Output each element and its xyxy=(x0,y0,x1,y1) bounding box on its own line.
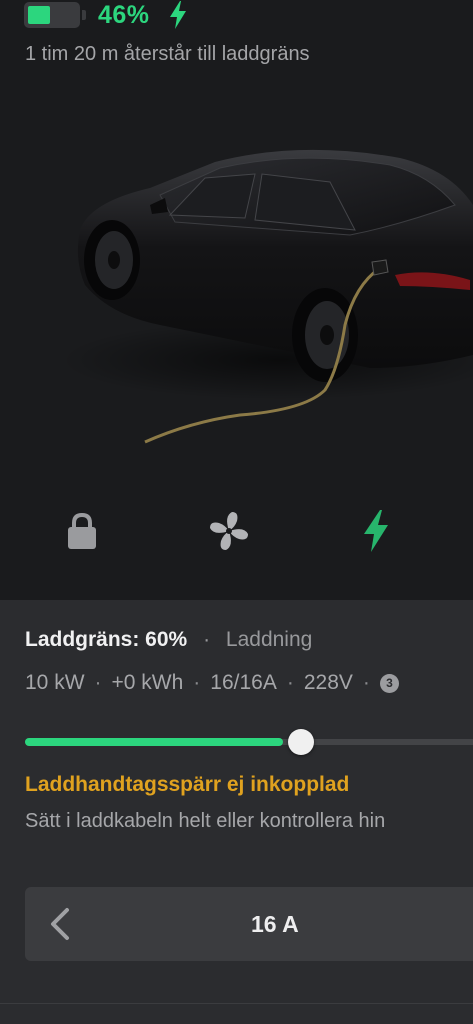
slider-thumb[interactable] xyxy=(288,729,314,755)
charging-current: 16/16A xyxy=(210,671,277,694)
energy-added: +0 kWh xyxy=(111,671,184,694)
charge-current-value: 16 A xyxy=(251,911,299,937)
charging-panel: Laddgräns: 60% · Laddning 10 kW · +0 kWh… xyxy=(0,600,473,1024)
lock-button[interactable] xyxy=(56,505,108,557)
fan-icon xyxy=(210,512,248,550)
warning-title: Laddhandtagsspärr ej inkopplad xyxy=(25,773,350,796)
front-wheel xyxy=(84,220,140,300)
charging-bolt-icon xyxy=(169,1,186,29)
charging-state: Laddning xyxy=(225,628,313,651)
charge-current-stepper: 16 A xyxy=(25,887,473,961)
battery-icon xyxy=(24,2,80,28)
phase-count-badge: 3 xyxy=(379,673,399,693)
charging-power: 10 kW xyxy=(25,671,85,694)
battery-status: 46% xyxy=(24,0,188,30)
separator: · xyxy=(286,671,294,694)
climate-button[interactable] xyxy=(203,505,255,557)
chevron-left-icon[interactable] xyxy=(45,906,79,942)
divider xyxy=(0,1003,473,1004)
battery-percent: 46% xyxy=(98,0,150,29)
time-remaining-text: 1 tim 20 m återstår till laddgräns xyxy=(25,43,310,65)
separator: · xyxy=(362,671,370,694)
charge-limit-slider[interactable] xyxy=(25,729,473,755)
charging-button[interactable] xyxy=(350,505,402,557)
quick-controls xyxy=(0,505,473,557)
warning-text: Sätt i laddkabeln helt eller kontrollera… xyxy=(25,810,386,832)
battery-level-fill xyxy=(28,6,50,24)
charge-limit-label[interactable]: Laddgräns: 60% xyxy=(25,628,187,651)
charging-voltage: 228V xyxy=(303,671,353,694)
separator: · xyxy=(94,671,102,694)
rear-wheel xyxy=(292,288,358,382)
car-image xyxy=(60,149,473,444)
separator: · xyxy=(193,671,201,694)
bolt-icon xyxy=(364,510,388,552)
charging-stats: 10 kW · +0 kWh · 16/16A · 228V · 3 xyxy=(25,671,399,695)
battery-nub xyxy=(82,10,86,20)
charging-screen: 46% 1 tim 20 m återstår till laddgräns L… xyxy=(0,0,473,1024)
slider-fill xyxy=(25,738,283,746)
charge-limit-line: Laddgräns: 60% · Laddning xyxy=(25,628,312,652)
lock-icon xyxy=(68,512,96,549)
separator: · xyxy=(203,628,211,651)
